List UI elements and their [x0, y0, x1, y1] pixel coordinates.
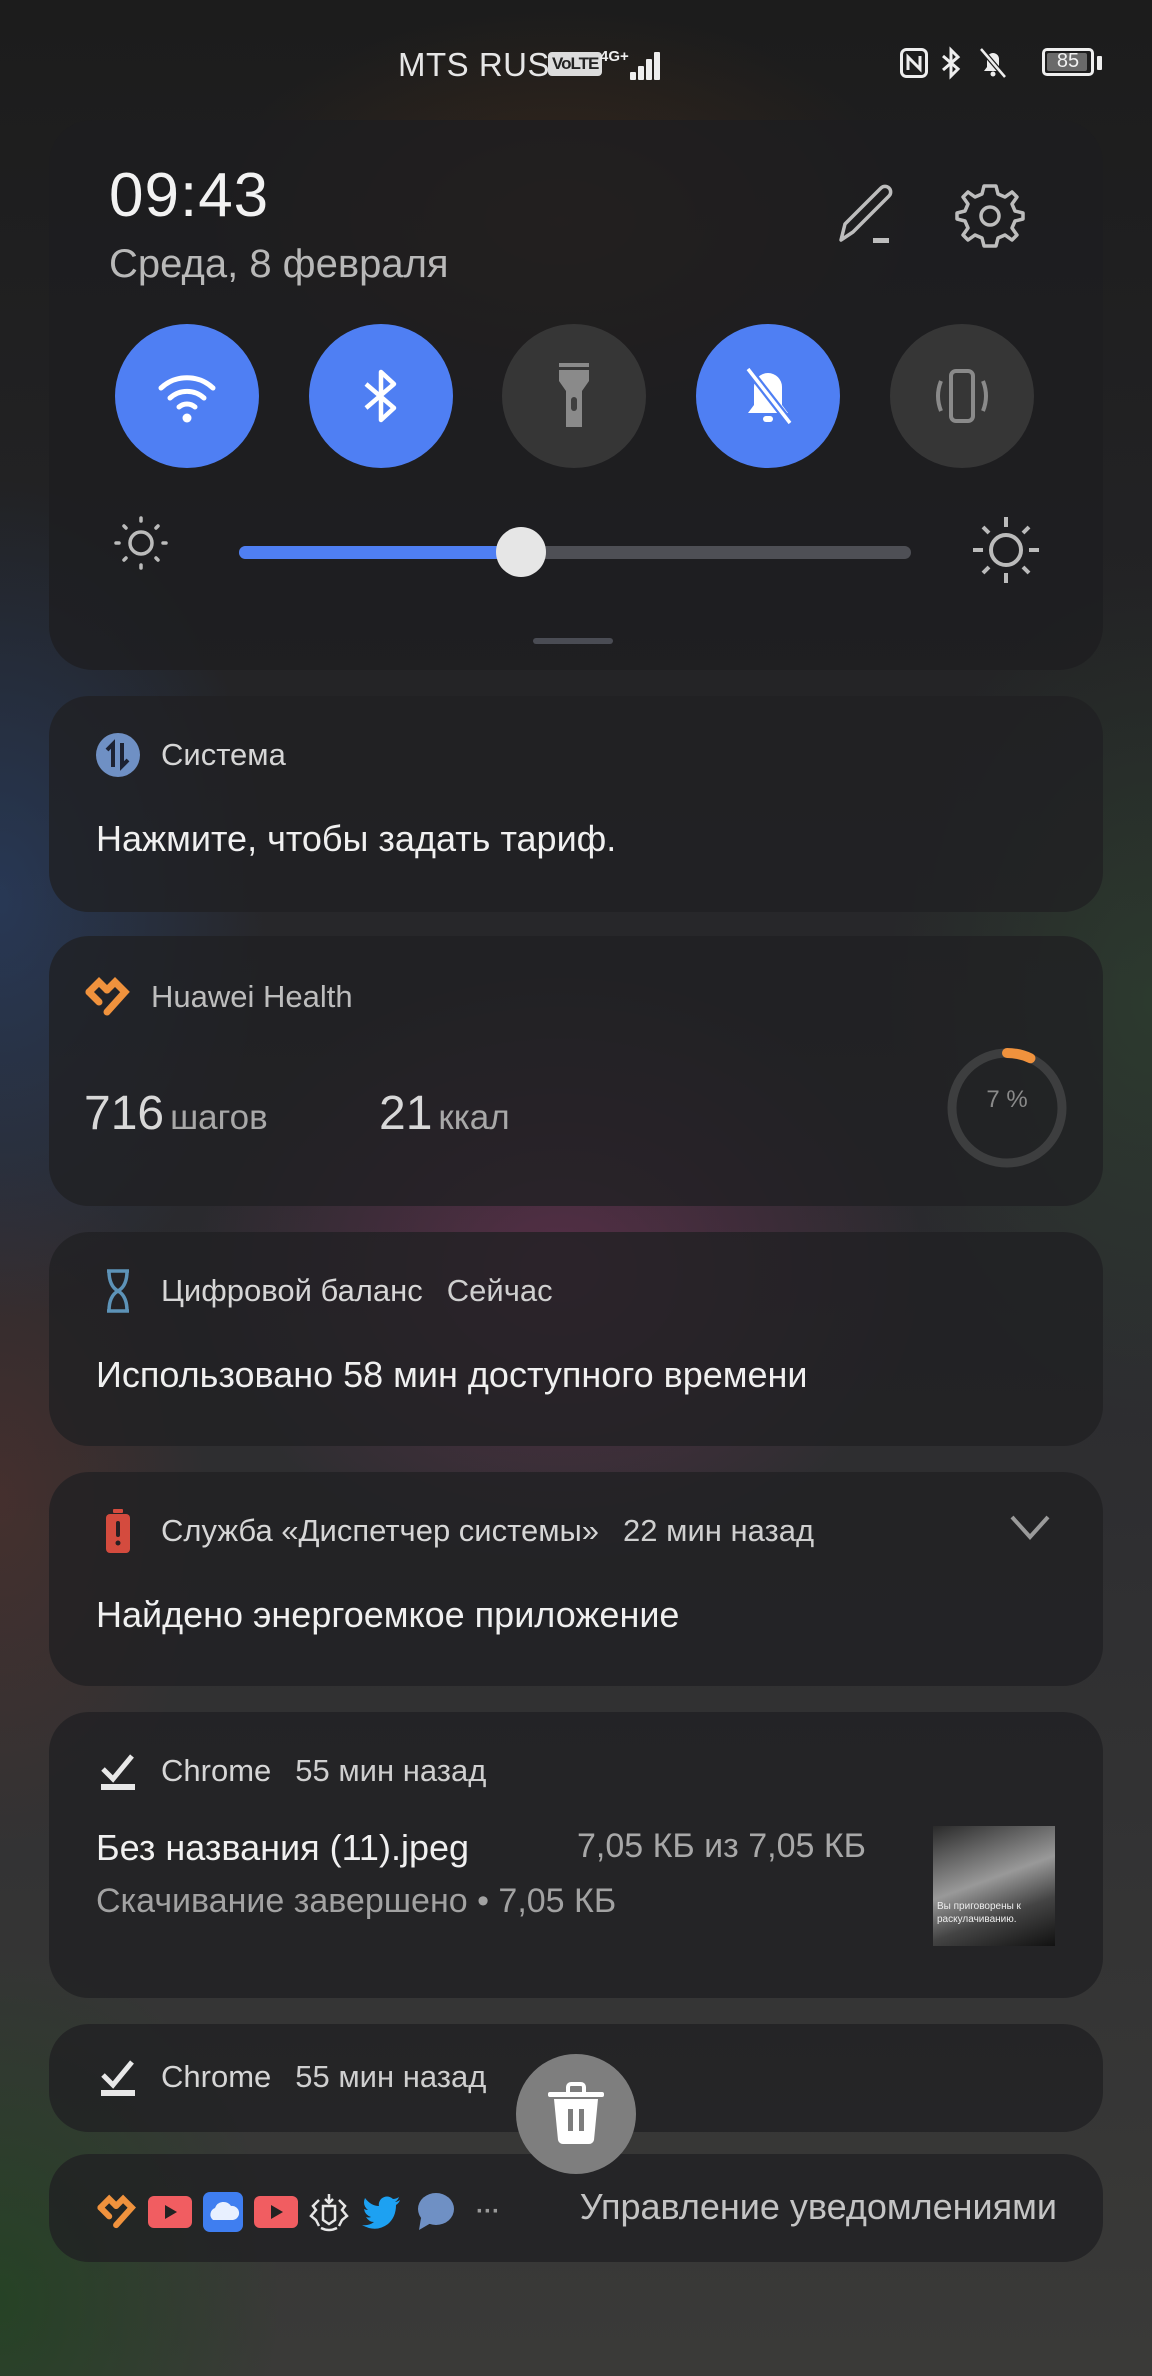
steps-stat: 716 шагов: [84, 1086, 268, 1141]
panel-drag-handle[interactable]: [533, 638, 613, 644]
hourglass-icon: [95, 1268, 141, 1314]
youtube-icon: [148, 2190, 192, 2234]
download-file-name: Без названия (11).jpeg: [96, 1827, 470, 1868]
app-name: Chrome: [161, 2059, 272, 2094]
notification-digital-balance[interactable]: Цифровой баланс Сейчас Использовано 58 м…: [49, 1232, 1103, 1446]
brightness-high-icon: [973, 517, 1039, 583]
notification-body: Нажмите, чтобы задать тариф.: [96, 818, 617, 859]
brightness-slider-thumb[interactable]: [496, 527, 547, 577]
notification-huawei-health[interactable]: Huawei Health 716 шагов 21 ккал 7 %: [49, 936, 1103, 1206]
battery-warning-icon: [95, 1508, 141, 1554]
download-complete-icon: [95, 2054, 141, 2100]
download-thumbnail[interactable]: Вы приговорены к раскулачиванию.: [933, 1826, 1055, 1946]
bell-muted-icon: [744, 366, 794, 426]
twitter-icon: [360, 2190, 404, 2234]
volte-badge: VoLTE: [548, 52, 603, 76]
system-icons: 85: [872, 46, 1152, 86]
download-complete-icon: [95, 1748, 141, 1794]
notification-body: Найдено энергоемкое приложение: [96, 1594, 680, 1635]
data-transfer-icon: [95, 732, 141, 778]
clear-all-button[interactable]: [516, 2054, 636, 2174]
youtube-icon: [254, 2190, 298, 2234]
settings-gear-icon[interactable]: [955, 180, 1025, 250]
silent-toggle[interactable]: [696, 324, 840, 468]
notification-system[interactable]: Система Нажмите, чтобы задать тариф.: [49, 696, 1103, 912]
chat-bubble-icon: [413, 2190, 457, 2234]
edit-pencil-icon[interactable]: [829, 176, 903, 250]
download-size-progress: 7,05 КБ из 7,05 КБ: [577, 1827, 866, 1865]
bluetooth-toggle[interactable]: [309, 324, 453, 468]
download-status: Скачивание завершено • 7,05 КБ: [96, 1882, 617, 1920]
app-icon-row[interactable]: ···: [95, 2190, 510, 2234]
status-bar: MTS RUS VoLTE 4G+ 85: [0, 0, 1152, 130]
notification-time: 22 мин назад: [623, 1513, 815, 1548]
app-name: Huawei Health: [151, 979, 353, 1014]
brightness-slider-fill: [239, 546, 522, 559]
notification-time: 55 мин назад: [295, 1753, 487, 1788]
manage-notifications-link[interactable]: Управление уведомлениями: [580, 2186, 1057, 2228]
carrier-name: MTS RUS: [398, 46, 550, 83]
emblem-icon: [307, 2190, 351, 2234]
app-name: Система: [161, 737, 286, 772]
flashlight-icon: [559, 363, 589, 427]
notification-time: 55 мин назад: [295, 2059, 487, 2094]
brightness-slider[interactable]: [239, 527, 911, 577]
kcal-value: 21: [379, 1087, 433, 1140]
kcal-unit: ккал: [438, 1098, 510, 1137]
expand-chevron-down-icon[interactable]: [1007, 1512, 1053, 1542]
nfc-icon: [900, 48, 928, 78]
flashlight-toggle[interactable]: [502, 324, 646, 468]
app-name: Служба «Диспетчер системы»: [161, 1513, 600, 1548]
thumbnail-caption: Вы приговорены к раскулачиванию.: [937, 1901, 1021, 1925]
steps-unit: шагов: [170, 1098, 268, 1137]
app-name: Цифровой баланс: [161, 1273, 423, 1308]
goal-percent: 7 %: [986, 1086, 1028, 1113]
brightness-low-icon: [114, 516, 168, 570]
more-icon: ···: [476, 2198, 500, 2225]
notification-time: Сейчас: [446, 1273, 553, 1308]
cloud-icon: [201, 2190, 245, 2234]
vibration-toggle[interactable]: [890, 324, 1034, 468]
clock-time[interactable]: 09:43: [109, 160, 269, 231]
huawei-health-icon: [95, 2190, 139, 2234]
quick-settings-panel: 09:43 Среда, 8 февраля: [49, 120, 1103, 670]
bluetooth-icon: [364, 369, 397, 423]
clock-date[interactable]: Среда, 8 февраля: [109, 242, 449, 287]
huawei-health-icon: [85, 974, 131, 1020]
battery-icon: 85: [1042, 48, 1094, 76]
app-name: Chrome: [161, 1753, 272, 1788]
steps-value: 716: [84, 1087, 165, 1140]
wifi-icon: [158, 375, 216, 423]
notification-body: Использовано 58 мин доступного времени: [96, 1354, 808, 1395]
trash-icon: [548, 2082, 604, 2145]
bluetooth-icon: [942, 46, 961, 80]
vibrate-icon: [936, 369, 988, 423]
wifi-toggle[interactable]: [115, 324, 259, 468]
battery-percent: 85: [1056, 50, 1080, 72]
notification-system-manager[interactable]: Служба «Диспетчер системы» 22 мин назад …: [49, 1472, 1103, 1686]
notification-chrome-download[interactable]: Chrome 55 мин назад Без названия (11).jp…: [49, 1712, 1103, 1998]
kcal-stat: 21 ккал: [379, 1086, 510, 1141]
signal-icon: [622, 50, 660, 80]
bell-muted-icon: [979, 47, 1007, 79]
